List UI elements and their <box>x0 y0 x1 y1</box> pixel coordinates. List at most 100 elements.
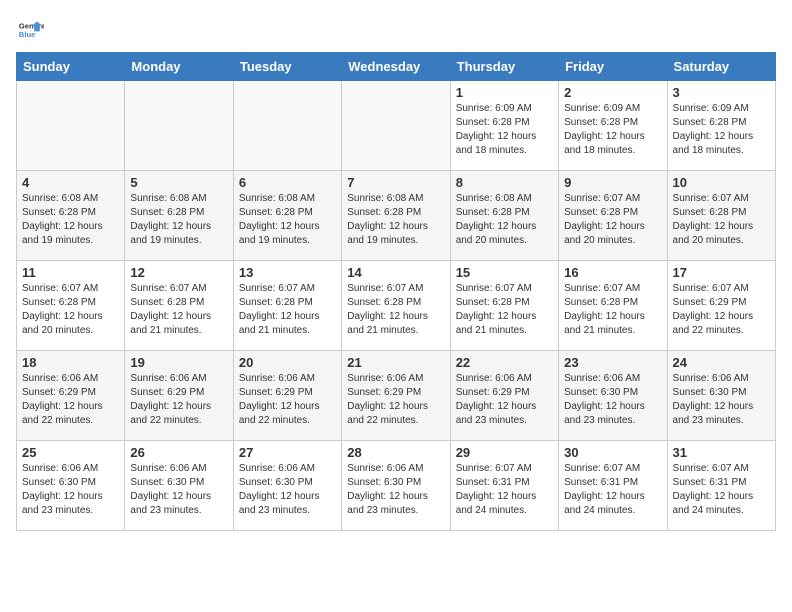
day-info: Sunrise: 6:09 AM Sunset: 6:28 PM Dayligh… <box>673 102 770 158</box>
week-row-3: 11Sunrise: 6:07 AM Sunset: 6:28 PM Dayli… <box>17 261 776 351</box>
day-info: Sunrise: 6:08 AM Sunset: 6:28 PM Dayligh… <box>22 192 119 248</box>
day-cell <box>233 81 341 171</box>
day-number: 16 <box>564 265 661 280</box>
day-info: Sunrise: 6:06 AM Sunset: 6:29 PM Dayligh… <box>239 372 336 428</box>
day-cell: 23 Sunrise: 6:06 AM Sunset: 6:30 PM Dayli… <box>559 351 667 441</box>
header-row: SundayMondayTuesdayWednesdayThursdayFrid… <box>17 53 776 81</box>
day-cell: 14 Sunrise: 6:07 AM Sunset: 6:28 PM Dayli… <box>342 261 450 351</box>
day-number: 23 <box>564 355 661 370</box>
day-info: Sunrise: 6:08 AM Sunset: 6:28 PM Dayligh… <box>130 192 227 248</box>
calendar-table: SundayMondayTuesdayWednesdayThursdayFrid… <box>16 52 776 531</box>
day-cell: 15 Sunrise: 6:07 AM Sunset: 6:28 PM Dayli… <box>450 261 558 351</box>
day-cell: 3 Sunrise: 6:09 AM Sunset: 6:28 PM Daylig… <box>667 81 775 171</box>
day-number: 18 <box>22 355 119 370</box>
day-number: 24 <box>673 355 770 370</box>
day-info: Sunrise: 6:07 AM Sunset: 6:28 PM Dayligh… <box>673 192 770 248</box>
day-number: 27 <box>239 445 336 460</box>
day-cell <box>342 81 450 171</box>
day-info: Sunrise: 6:06 AM Sunset: 6:30 PM Dayligh… <box>673 372 770 428</box>
day-number: 2 <box>564 85 661 100</box>
day-number: 14 <box>347 265 444 280</box>
col-header-sunday: Sunday <box>17 53 125 81</box>
day-info: Sunrise: 6:06 AM Sunset: 6:29 PM Dayligh… <box>130 372 227 428</box>
day-number: 22 <box>456 355 553 370</box>
col-header-saturday: Saturday <box>667 53 775 81</box>
day-cell: 7 Sunrise: 6:08 AM Sunset: 6:28 PM Daylig… <box>342 171 450 261</box>
day-info: Sunrise: 6:06 AM Sunset: 6:29 PM Dayligh… <box>347 372 444 428</box>
day-cell: 20 Sunrise: 6:06 AM Sunset: 6:29 PM Dayli… <box>233 351 341 441</box>
day-number: 19 <box>130 355 227 370</box>
day-cell <box>17 81 125 171</box>
day-number: 4 <box>22 175 119 190</box>
day-cell: 19 Sunrise: 6:06 AM Sunset: 6:29 PM Dayli… <box>125 351 233 441</box>
day-info: Sunrise: 6:06 AM Sunset: 6:29 PM Dayligh… <box>456 372 553 428</box>
logo: General Blue <box>16 16 48 44</box>
day-info: Sunrise: 6:07 AM Sunset: 6:28 PM Dayligh… <box>22 282 119 338</box>
day-cell: 12 Sunrise: 6:07 AM Sunset: 6:28 PM Dayli… <box>125 261 233 351</box>
day-number: 1 <box>456 85 553 100</box>
day-info: Sunrise: 6:08 AM Sunset: 6:28 PM Dayligh… <box>456 192 553 248</box>
week-row-5: 25 Sunrise: 6:06 AM Sunset: 6:30 PM Dayli… <box>17 441 776 531</box>
day-number: 26 <box>130 445 227 460</box>
day-cell: 6Sunrise: 6:08 AM Sunset: 6:28 PM Daylig… <box>233 171 341 261</box>
day-number: 17 <box>673 265 770 280</box>
day-number: 28 <box>347 445 444 460</box>
day-number: 21 <box>347 355 444 370</box>
day-cell: 24 Sunrise: 6:06 AM Sunset: 6:30 PM Dayli… <box>667 351 775 441</box>
day-cell: 27 Sunrise: 6:06 AM Sunset: 6:30 PM Dayli… <box>233 441 341 531</box>
day-info: Sunrise: 6:06 AM Sunset: 6:30 PM Dayligh… <box>22 462 119 518</box>
day-cell: 25 Sunrise: 6:06 AM Sunset: 6:30 PM Dayli… <box>17 441 125 531</box>
day-cell: 2 Sunrise: 6:09 AM Sunset: 6:28 PM Daylig… <box>559 81 667 171</box>
day-info: Sunrise: 6:07 AM Sunset: 6:28 PM Dayligh… <box>564 282 661 338</box>
day-cell: 30 Sunrise: 6:07 AM Sunset: 6:31 PM Dayli… <box>559 441 667 531</box>
col-header-wednesday: Wednesday <box>342 53 450 81</box>
day-info: Sunrise: 6:07 AM Sunset: 6:29 PM Dayligh… <box>673 282 770 338</box>
col-header-tuesday: Tuesday <box>233 53 341 81</box>
day-number: 30 <box>564 445 661 460</box>
day-cell: 29Sunrise: 6:07 AM Sunset: 6:31 PM Dayli… <box>450 441 558 531</box>
day-cell: 4 Sunrise: 6:08 AM Sunset: 6:28 PM Daylig… <box>17 171 125 261</box>
day-number: 7 <box>347 175 444 190</box>
svg-text:Blue: Blue <box>19 30 36 39</box>
day-info: Sunrise: 6:07 AM Sunset: 6:31 PM Dayligh… <box>564 462 661 518</box>
day-info: Sunrise: 6:07 AM Sunset: 6:28 PM Dayligh… <box>130 282 227 338</box>
day-number: 29 <box>456 445 553 460</box>
day-info: Sunrise: 6:06 AM Sunset: 6:30 PM Dayligh… <box>564 372 661 428</box>
day-cell: 26 Sunrise: 6:06 AM Sunset: 6:30 PM Dayli… <box>125 441 233 531</box>
day-cell: 5 Sunrise: 6:08 AM Sunset: 6:28 PM Daylig… <box>125 171 233 261</box>
logo-icon: General Blue <box>16 16 44 44</box>
day-cell: 11Sunrise: 6:07 AM Sunset: 6:28 PM Dayli… <box>17 261 125 351</box>
day-info: Sunrise: 6:07 AM Sunset: 6:31 PM Dayligh… <box>673 462 770 518</box>
day-cell: 16 Sunrise: 6:07 AM Sunset: 6:28 PM Dayli… <box>559 261 667 351</box>
day-number: 5 <box>130 175 227 190</box>
day-number: 25 <box>22 445 119 460</box>
day-number: 12 <box>130 265 227 280</box>
day-info: Sunrise: 6:06 AM Sunset: 6:30 PM Dayligh… <box>130 462 227 518</box>
day-number: 20 <box>239 355 336 370</box>
day-cell: 22 Sunrise: 6:06 AM Sunset: 6:29 PM Dayli… <box>450 351 558 441</box>
day-info: Sunrise: 6:07 AM Sunset: 6:28 PM Dayligh… <box>564 192 661 248</box>
day-cell: 21 Sunrise: 6:06 AM Sunset: 6:29 PM Dayli… <box>342 351 450 441</box>
day-info: Sunrise: 6:06 AM Sunset: 6:30 PM Dayligh… <box>347 462 444 518</box>
day-cell: 1Sunrise: 6:09 AM Sunset: 6:28 PM Daylig… <box>450 81 558 171</box>
day-cell: 31Sunrise: 6:07 AM Sunset: 6:31 PM Dayli… <box>667 441 775 531</box>
day-number: 13 <box>239 265 336 280</box>
col-header-thursday: Thursday <box>450 53 558 81</box>
week-row-4: 18 Sunrise: 6:06 AM Sunset: 6:29 PM Dayli… <box>17 351 776 441</box>
day-number: 15 <box>456 265 553 280</box>
day-info: Sunrise: 6:08 AM Sunset: 6:28 PM Dayligh… <box>347 192 444 248</box>
day-number: 3 <box>673 85 770 100</box>
day-cell <box>125 81 233 171</box>
day-info: Sunrise: 6:07 AM Sunset: 6:28 PM Dayligh… <box>347 282 444 338</box>
day-number: 6 <box>239 175 336 190</box>
day-cell: 13Sunrise: 6:07 AM Sunset: 6:28 PM Dayli… <box>233 261 341 351</box>
day-info: Sunrise: 6:06 AM Sunset: 6:30 PM Dayligh… <box>239 462 336 518</box>
day-info: Sunrise: 6:09 AM Sunset: 6:28 PM Dayligh… <box>564 102 661 158</box>
col-header-friday: Friday <box>559 53 667 81</box>
header: General Blue <box>16 16 776 44</box>
day-number: 10 <box>673 175 770 190</box>
day-cell: 10 Sunrise: 6:07 AM Sunset: 6:28 PM Dayli… <box>667 171 775 261</box>
day-cell: 9Sunrise: 6:07 AM Sunset: 6:28 PM Daylig… <box>559 171 667 261</box>
day-info: Sunrise: 6:07 AM Sunset: 6:28 PM Dayligh… <box>456 282 553 338</box>
col-header-monday: Monday <box>125 53 233 81</box>
